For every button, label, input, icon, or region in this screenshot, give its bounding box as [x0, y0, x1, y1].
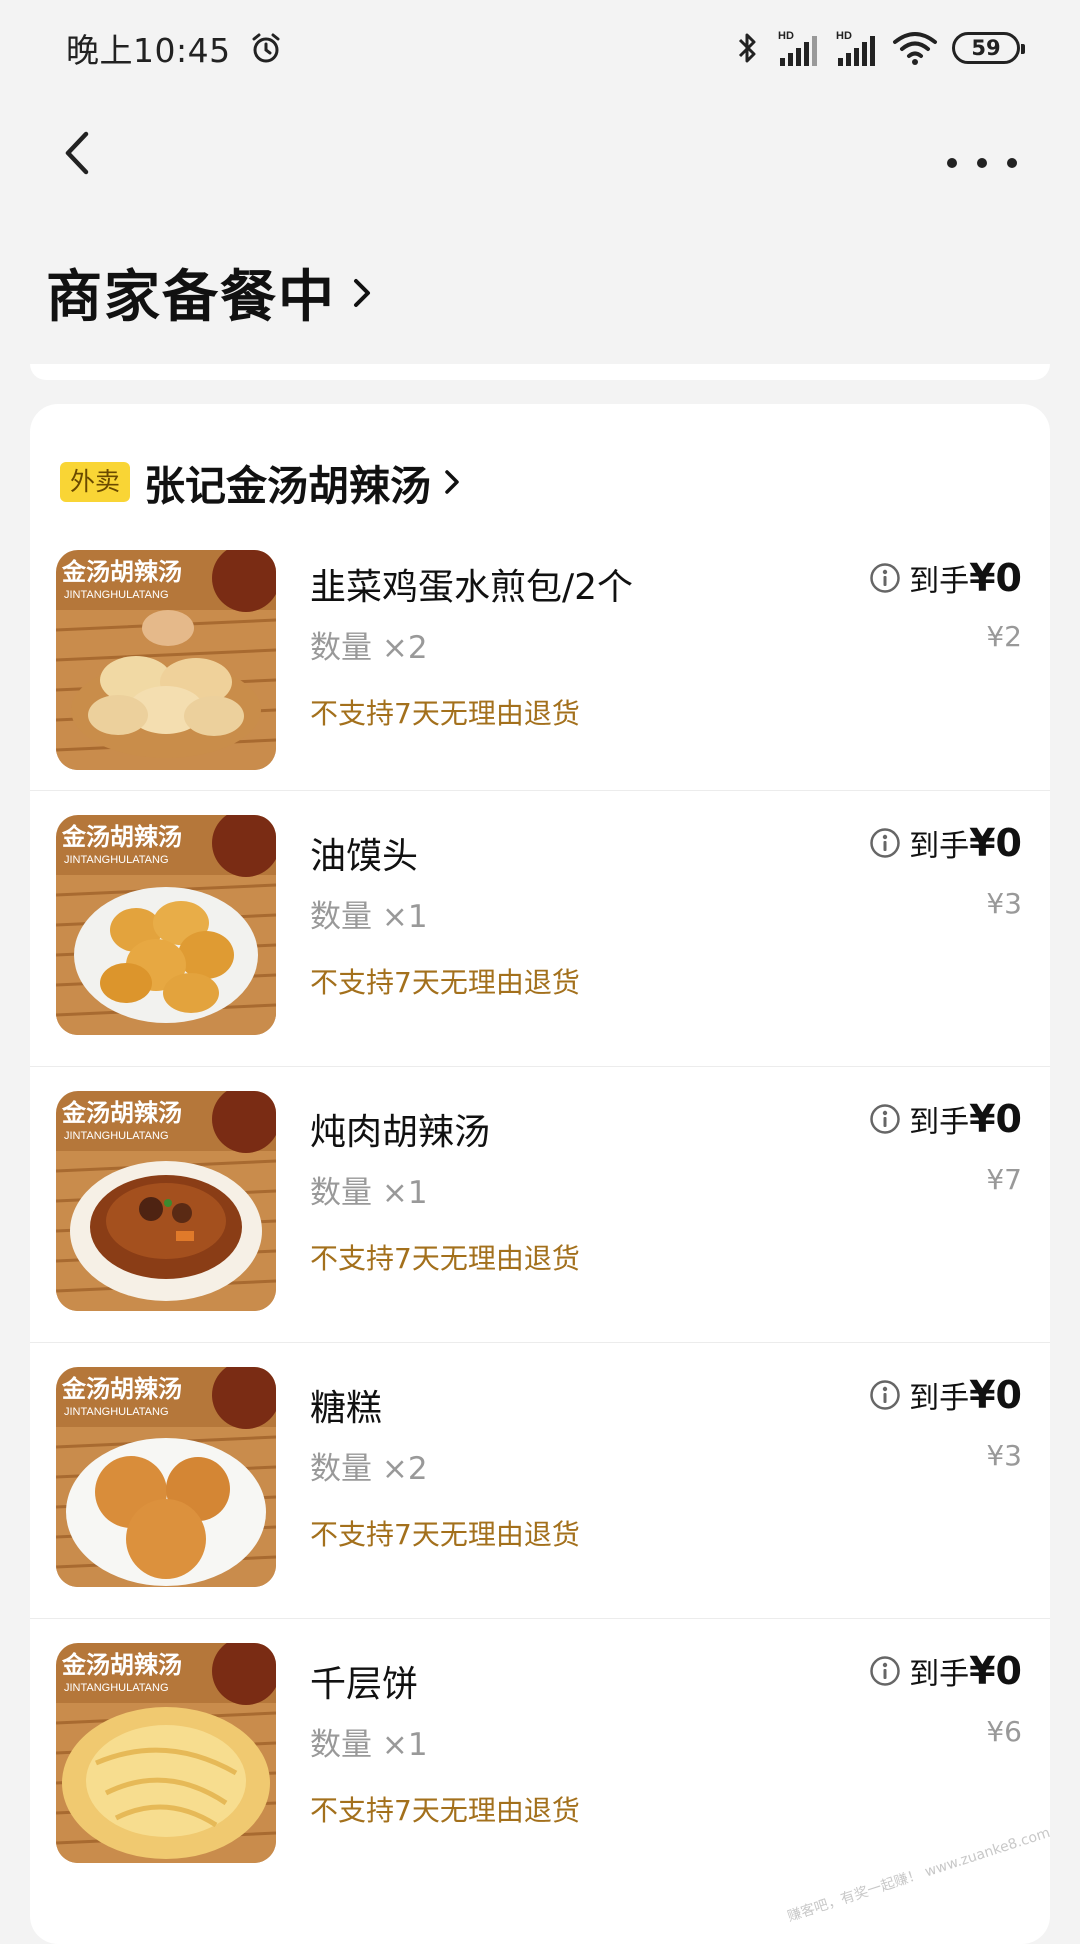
item-name: 糖糕	[310, 1388, 383, 1429]
info-icon[interactable]	[869, 827, 901, 859]
svg-text:金汤胡辣汤: 金汤胡辣汤	[61, 822, 182, 851]
return-policy-note: 不支持7天无理由退货	[310, 1794, 580, 1827]
svg-text:金汤胡辣汤: 金汤胡辣汤	[61, 557, 182, 586]
svg-text:金汤胡辣汤: 金汤胡辣汤	[61, 1098, 182, 1127]
order-card: 外卖 张记金汤胡辣汤 金汤胡辣汤 JINTANGHULATANG 韭菜鸡蛋水煎包/2…	[30, 404, 1050, 1944]
original-price: ¥2	[986, 620, 1022, 653]
item-name: 油馍头	[310, 836, 419, 877]
battery-level: 59	[971, 36, 1001, 60]
info-icon[interactable]	[869, 562, 901, 594]
status-bar: 晚上10:45 HD HD 59	[0, 0, 1080, 96]
order-item[interactable]: 金汤胡辣汤 JINTANGHULATANG 糖糕 数量 ×2 不支持7天无理由退货 到手 ¥…	[30, 1342, 1050, 1618]
svg-text:HD: HD	[778, 30, 794, 42]
nav-bar	[0, 110, 1080, 200]
info-icon[interactable]	[869, 1379, 901, 1411]
chevron-right-icon	[354, 278, 370, 307]
bluetooth-icon	[738, 33, 756, 63]
order-item[interactable]: 金汤胡辣汤 JINTANGHULATANG 油馍头数量 ×1 不支持7天无理由退货 到手…	[30, 790, 1050, 1066]
net-price-value: ¥0	[969, 1373, 1022, 1417]
item-image[interactable]: 金汤胡辣汤 JINTANGHULATANG	[56, 550, 276, 770]
info-icon[interactable]	[869, 1655, 901, 1687]
original-price: ¥3	[986, 1439, 1022, 1472]
order-item[interactable]: 金汤胡辣汤 JINTANGHULATANG 千层饼数量 ×1 不支持7天无理由退货 到手…	[30, 1618, 1050, 1894]
net-price-label: 到手	[909, 564, 970, 599]
net-price-row: 到手 ¥0	[869, 1097, 1022, 1141]
item-quantity: 数量 ×2	[310, 630, 428, 666]
status-time: 晚上10:45	[66, 31, 231, 70]
original-price: ¥7	[986, 1163, 1022, 1196]
more-icon[interactable]	[930, 118, 1040, 188]
store-header[interactable]: 外卖 张记金汤胡辣汤	[60, 452, 463, 512]
item-name: 千层饼	[310, 1664, 419, 1705]
wifi-icon	[893, 32, 937, 65]
alarm-icon	[252, 33, 280, 63]
original-price: ¥3	[986, 887, 1022, 920]
svg-text:JINTANGHULATANG: JINTANGHULATANG	[64, 1130, 169, 1142]
svg-text:金汤胡辣汤: 金汤胡辣汤	[61, 1374, 182, 1403]
battery-indicator: 59	[952, 32, 1025, 64]
info-icon[interactable]	[869, 1103, 901, 1135]
svg-text:金汤胡辣汤: 金汤胡辣汤	[61, 1650, 182, 1679]
item-quantity: 数量 ×1	[310, 1175, 428, 1211]
order-status-title[interactable]: 商家备餐中	[46, 252, 376, 333]
item-image[interactable]: 金汤胡辣汤 JINTANGHULATANG	[56, 1367, 276, 1587]
svg-text:JINTANGHULATANG: JINTANGHULATANG	[64, 1682, 169, 1694]
net-price-value: ¥0	[969, 556, 1022, 600]
status-icons: HD HD 59	[734, 28, 1025, 68]
return-policy-note: 不支持7天无理由退货	[310, 1242, 580, 1275]
page-title: 商家备餐中	[46, 265, 336, 330]
net-price-label: 到手	[909, 1657, 970, 1692]
svg-text:HD: HD	[836, 30, 852, 42]
delivery-tag: 外卖	[60, 462, 131, 502]
chevron-right-icon	[445, 470, 459, 494]
net-price-row: 到手 ¥0	[869, 821, 1022, 865]
net-price-value: ¥0	[969, 821, 1022, 865]
return-policy-note: 不支持7天无理由退货	[310, 966, 580, 999]
net-price-value: ¥0	[969, 1097, 1022, 1141]
return-policy-note: 不支持7天无理由退货	[310, 697, 580, 730]
item-image[interactable]: 金汤胡辣汤 JINTANGHULATANG	[56, 815, 276, 1035]
net-price-row: 到手 ¥0	[869, 1649, 1022, 1693]
svg-text:JINTANGHULATANG: JINTANGHULATANG	[64, 854, 169, 866]
svg-text:JINTANGHULATANG: JINTANGHULATANG	[64, 1406, 169, 1418]
order-item[interactable]: 金汤胡辣汤 JINTANGHULATANG 炖肉胡辣汤数量 ×1 不支持7天无理由退货…	[30, 1066, 1050, 1342]
item-quantity: 数量 ×1	[310, 1727, 428, 1763]
net-price-label: 到手	[909, 1105, 970, 1140]
signal-icon: HD	[836, 30, 875, 66]
net-price-label: 到手	[909, 1381, 970, 1416]
original-price: ¥6	[986, 1715, 1022, 1748]
order-item[interactable]: 金汤胡辣汤 JINTANGHULATANG 韭菜鸡蛋水煎包/2个数量 ×2 不支持7天…	[30, 514, 1050, 790]
net-price-value: ¥0	[969, 1649, 1022, 1693]
item-image[interactable]: 金汤胡辣汤 JINTANGHULATANG	[56, 1091, 276, 1311]
item-quantity: 数量 ×1	[310, 899, 428, 935]
item-image[interactable]: 金汤胡辣汤 JINTANGHULATANG	[56, 1643, 276, 1863]
item-quantity: 数量 ×2	[310, 1451, 428, 1487]
net-price-label: 到手	[909, 829, 970, 864]
item-name: 炖肉胡辣汤	[310, 1112, 491, 1153]
item-name: 韭菜鸡蛋水煎包/2个	[310, 567, 634, 608]
signal-icon: HD	[778, 30, 817, 66]
store-name: 张记金汤胡辣汤	[144, 462, 432, 510]
back-arrow-icon[interactable]	[56, 118, 116, 188]
status-card-edge	[30, 364, 1050, 380]
net-price-row: 到手 ¥0	[869, 1373, 1022, 1417]
return-policy-note: 不支持7天无理由退货	[310, 1518, 580, 1551]
net-price-row: 到手 ¥0	[869, 556, 1022, 600]
svg-text:JINTANGHULATANG: JINTANGHULATANG	[64, 589, 169, 601]
